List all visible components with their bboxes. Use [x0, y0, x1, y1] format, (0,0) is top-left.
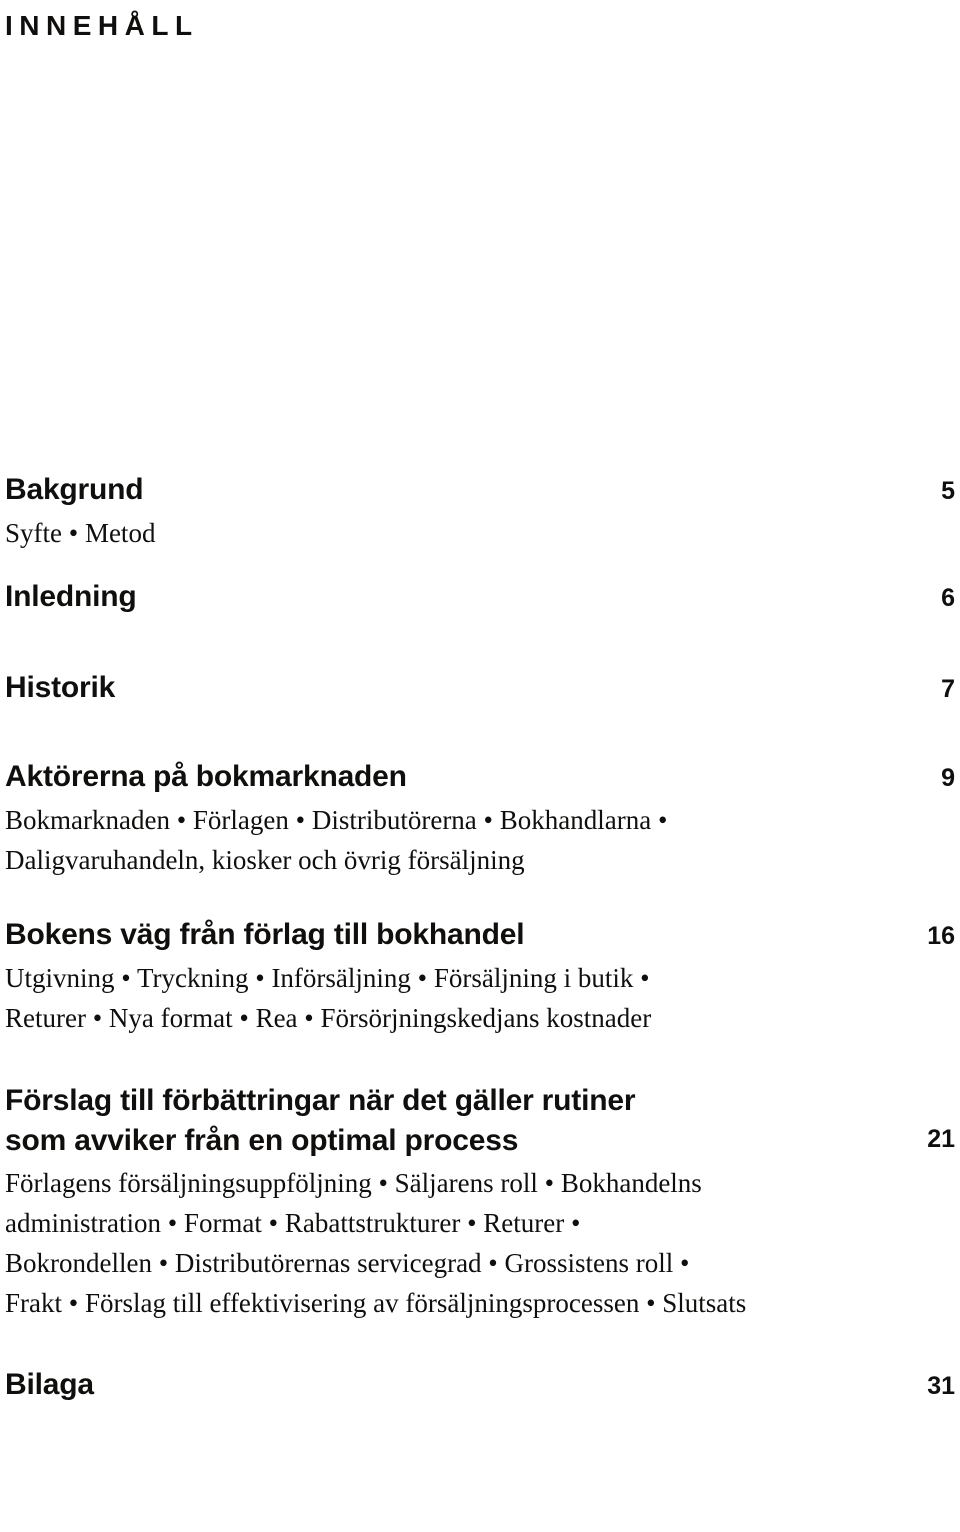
toc-entry-header: Bakgrund 5: [5, 470, 955, 511]
toc-entry-page-number: 7: [941, 675, 955, 703]
toc-subtitle-line: Bokrondellen • Distributörernas serviceg…: [5, 1248, 690, 1278]
toc-entry-header: Aktörerna på bokmarknaden 9: [5, 757, 955, 798]
toc-entry-title: Bilaga: [5, 1368, 94, 1401]
toc-entry-title: Bokens väg från förlag till bokhandel: [5, 918, 525, 951]
toc-entry-title: Historik: [5, 671, 116, 704]
toc-subtitle-line: Daligvaruhandeln, kiosker och övrig förs…: [5, 845, 525, 875]
toc-entry-header: Förslag till förbättringar när det gälle…: [5, 1081, 955, 1161]
toc-entry-subtitle: Bokmarknaden • Förlagen • Distributörern…: [5, 800, 885, 880]
toc-entry-subtitle: Förlagens försäljningsuppföljning • Sälj…: [5, 1163, 885, 1323]
toc-entry-header: Bilaga 31: [5, 1365, 955, 1406]
toc-subtitle-line: Bokmarknaden • Förlagen • Distributörern…: [5, 805, 668, 835]
toc-entry-subtitle: Syfte • Metod: [5, 518, 156, 548]
toc-subtitle-line: Returer • Nya format • Rea • Försörjning…: [5, 1003, 652, 1033]
toc-subtitle-line: Utgivning • Tryckning • Införsäljning • …: [5, 963, 650, 993]
toc-entry-header: Historik 7: [5, 668, 955, 709]
toc-page: INNEHÅLL Bakgrund 5 Syfte • Metod Inledn…: [0, 0, 960, 1532]
toc-entry-subtitle: Utgivning • Tryckning • Införsäljning • …: [5, 958, 885, 1038]
running-head-innehall: INNEHÅLL: [5, 10, 199, 41]
toc-entry-title: Förslag till förbättringar när det gälle…: [5, 1084, 636, 1157]
toc-entry-page-number: 5: [941, 477, 955, 505]
toc-entry-bokens-vag-fran-forlag-till-bokhandel[interactable]: Bokens väg från förlag till bokhandel 16…: [5, 915, 955, 1038]
toc-entry-page-number: 6: [941, 584, 955, 612]
toc-entry-inledning[interactable]: Inledning 6: [5, 577, 955, 618]
toc-entry-title: Inledning: [5, 580, 137, 613]
toc-entry-header: Bokens väg från förlag till bokhandel 16: [5, 915, 955, 956]
toc-entry-bakgrund[interactable]: Bakgrund 5 Syfte • Metod: [5, 470, 955, 553]
toc-entry-page-number: 9: [941, 764, 955, 792]
toc-entry-header: Inledning 6: [5, 577, 955, 618]
toc-subtitle-line: administration • Format • Rabattstruktur…: [5, 1208, 581, 1238]
toc-entry-title: Bakgrund: [5, 473, 144, 506]
toc-entry-title: Aktörerna på bokmarknaden: [5, 760, 407, 793]
toc-subtitle-line: Förlagens försäljningsuppföljning • Sälj…: [5, 1168, 702, 1198]
toc-entry-page-number: 16: [927, 922, 955, 950]
toc-subtitle-line: Frakt • Förslag till effektivisering av …: [5, 1288, 747, 1318]
toc-entry-page-number: 21: [927, 1125, 955, 1153]
toc-entry-aktorerna-pa-bokmarknaden[interactable]: Aktörerna på bokmarknaden 9 Bokmarknaden…: [5, 757, 955, 880]
toc-entry-bilaga[interactable]: Bilaga 31: [5, 1365, 955, 1406]
toc-entry-forslag-till-forbattringar[interactable]: Förslag till förbättringar när det gälle…: [5, 1081, 955, 1323]
table-of-contents: Bakgrund 5 Syfte • Metod Inledning 6 His…: [5, 470, 955, 1406]
toc-entry-historik[interactable]: Historik 7: [5, 668, 955, 709]
toc-entry-page-number: 31: [927, 1372, 955, 1400]
